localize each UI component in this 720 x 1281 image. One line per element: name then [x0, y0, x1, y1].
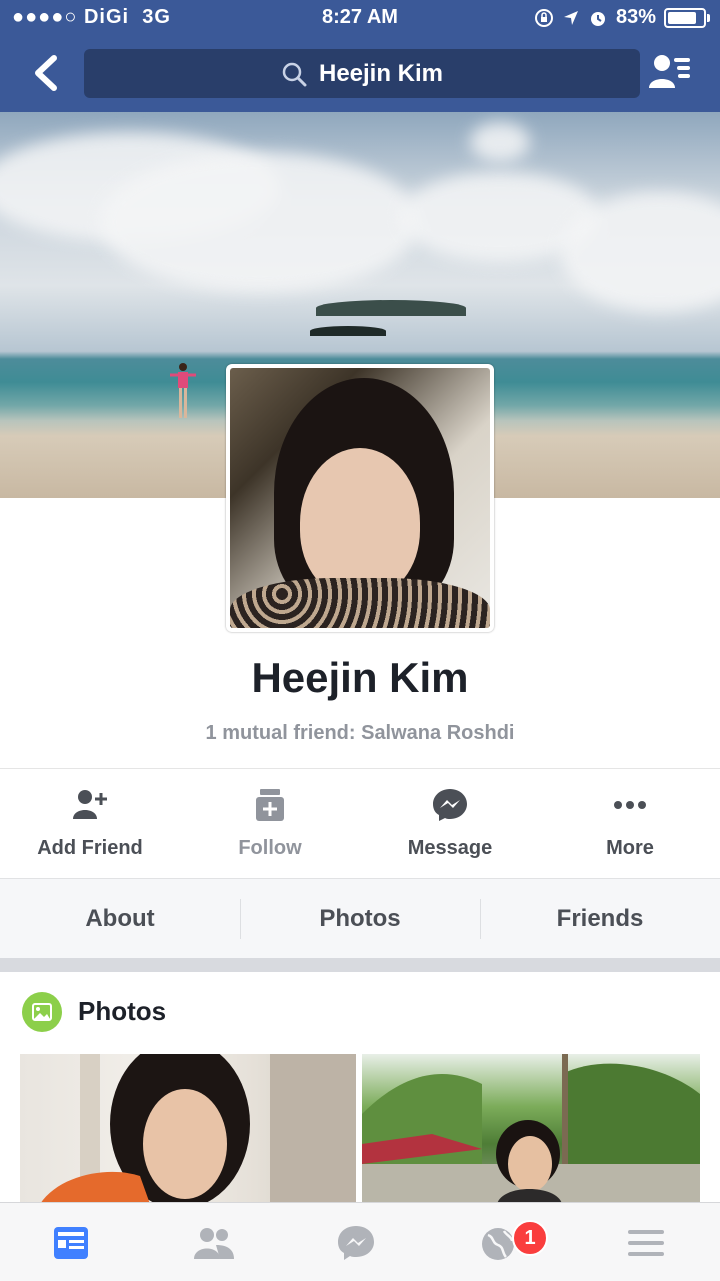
profile-picture-image — [230, 368, 490, 628]
messenger-tab-icon[interactable] — [332, 1223, 380, 1263]
photos-section-icon — [22, 992, 62, 1032]
profile-name: Heejin Kim — [251, 654, 469, 701]
profile-tabs: About Photos Friends — [0, 878, 720, 959]
search-bar[interactable]: Heejin Kim — [84, 49, 640, 98]
follow-label: Follow — [238, 837, 302, 859]
photo-thumbnail-image — [40, 1054, 356, 1204]
search-icon — [282, 62, 307, 86]
photo-thumbnail[interactable] — [20, 1054, 356, 1204]
battery-icon — [664, 7, 710, 28]
more-icon — [614, 801, 646, 809]
menu-icon[interactable] — [622, 1223, 670, 1263]
friends-icon[interactable] — [190, 1223, 238, 1263]
tab-photos[interactable]: Photos — [240, 879, 480, 959]
messenger-icon — [433, 789, 467, 821]
person-figure — [170, 363, 196, 418]
photos-section-title: Photos — [78, 996, 167, 1026]
status-right: 83% — [534, 6, 710, 29]
status-bar: ●●●●○ DiGi 3G 8:27 AM 83% — [0, 0, 720, 38]
battery-fill — [668, 11, 697, 24]
news-feed-icon[interactable] — [46, 1223, 94, 1263]
photo-thumbnail[interactable] — [362, 1054, 700, 1204]
follow-icon — [256, 789, 284, 821]
notification-badge: 1 — [512, 1220, 548, 1256]
tab-about[interactable]: About — [0, 879, 240, 959]
alarm-icon — [590, 11, 605, 26]
add-friend-icon — [73, 790, 107, 819]
add-friend-label: Add Friend — [37, 837, 143, 859]
mutual-friends[interactable]: 1 mutual friend: Salwana Roshdi — [0, 722, 720, 745]
tab-friends[interactable]: Friends — [480, 879, 720, 959]
add-friend-button[interactable]: Add Friend — [0, 769, 180, 877]
follow-button[interactable]: Follow — [180, 769, 360, 877]
rotation-lock-icon — [534, 8, 553, 27]
friend-list-icon[interactable] — [648, 52, 692, 92]
section-separator — [0, 958, 720, 972]
profile-actions: Add Friend Follow Message More — [0, 769, 720, 877]
battery-percent: 83% — [615, 6, 656, 28]
photo-icon — [32, 1003, 52, 1021]
bottom-tab-bar — [0, 1202, 720, 1281]
search-text: Heejin Kim — [318, 59, 444, 87]
back-chevron-icon[interactable] — [26, 52, 66, 94]
profile-picture[interactable] — [226, 364, 494, 632]
more-label: More — [606, 837, 654, 859]
location-icon — [563, 10, 578, 25]
more-button[interactable]: More — [540, 769, 720, 877]
photo-thumbnail-image — [362, 1054, 700, 1204]
message-label: Message — [407, 837, 493, 859]
message-button[interactable]: Message — [360, 769, 540, 877]
